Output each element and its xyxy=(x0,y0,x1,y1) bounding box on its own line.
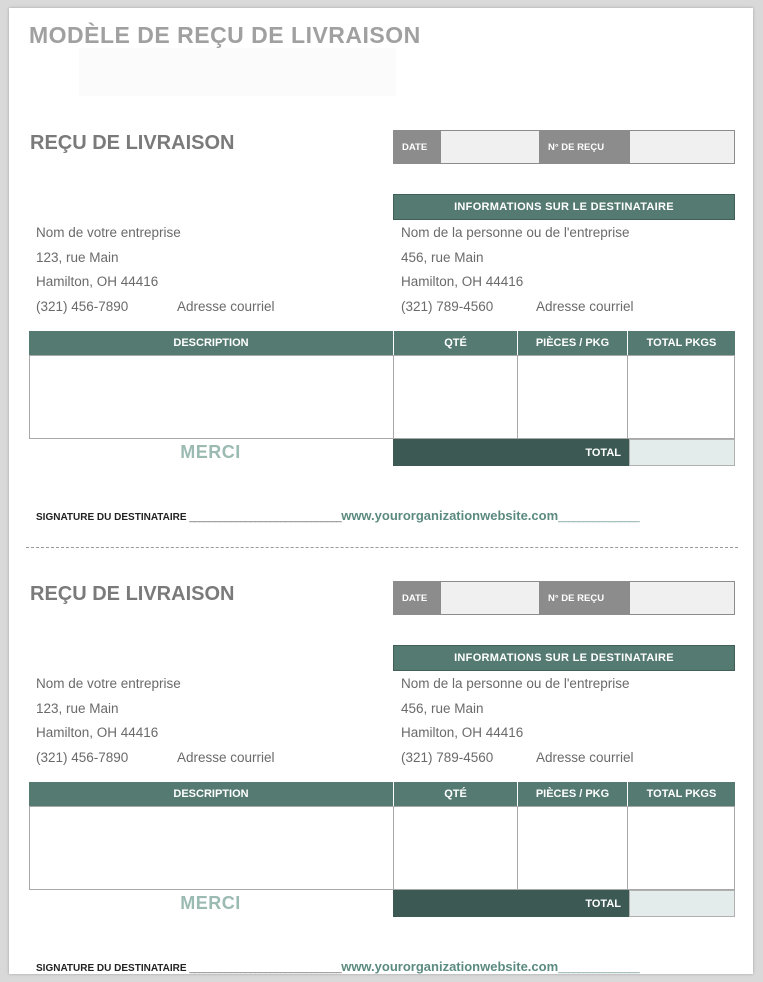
receipt-no-label: N° DE REÇU xyxy=(540,131,630,163)
receipt-no-field[interactable] xyxy=(630,582,734,614)
sender-phone[interactable]: (321) 456-7890 xyxy=(36,750,128,765)
column-header-total-pkgs: TOTAL PKGS xyxy=(628,782,735,806)
sender-street[interactable]: 123, rue Main xyxy=(36,701,119,716)
recipient-email[interactable]: Adresse courriel xyxy=(536,299,634,314)
column-header-description: DESCRIPTION xyxy=(29,331,394,355)
signature-line[interactable]: ______________________________ xyxy=(189,963,341,974)
receipt-title: REÇU DE LIVRAISON xyxy=(30,132,235,154)
column-header-qty: QTÉ xyxy=(394,331,518,355)
sender-street[interactable]: 123, rue Main xyxy=(36,250,119,265)
pieces-per-pkg-cell[interactable] xyxy=(517,355,628,439)
recipient-phone[interactable]: (321) 789-4560 xyxy=(401,299,493,314)
column-header-total-pkgs: TOTAL PKGS xyxy=(628,331,735,355)
total-pkgs-cell[interactable] xyxy=(627,806,735,890)
recipient-info-header: INFORMATIONS SUR LE DESTINATAIRE xyxy=(393,645,735,671)
signature-label: SIGNATURE DU DESTINATAIRE xyxy=(36,963,187,974)
column-header-description: DESCRIPTION xyxy=(29,782,394,806)
column-header-pieces-per-pkg: PIÈCES / PKG xyxy=(518,782,628,806)
date-label: DATE xyxy=(394,131,441,163)
receipt-no-label: N° DE REÇU xyxy=(540,582,630,614)
receipt-1: REÇU DE LIVRAISON DATE N° DE REÇU INFORM… xyxy=(9,8,753,523)
receipt-no-field[interactable] xyxy=(630,131,734,163)
recipient-name[interactable]: Nom de la personne ou de l'entreprise xyxy=(401,225,629,240)
sender-company[interactable]: Nom de votre entreprise xyxy=(36,676,181,691)
date-field[interactable] xyxy=(441,582,540,614)
description-cell[interactable] xyxy=(29,355,394,439)
merci-text: MERCI xyxy=(180,893,241,913)
signature-row: SIGNATURE DU DESTINATAIRE ______________… xyxy=(36,959,640,974)
pieces-per-pkg-cell[interactable] xyxy=(517,806,628,890)
receipt-2: REÇU DE LIVRAISON DATE N° DE REÇU INFORM… xyxy=(9,459,753,974)
sender-company[interactable]: Nom de votre entreprise xyxy=(36,225,181,240)
sender-email[interactable]: Adresse courriel xyxy=(177,750,275,765)
recipient-city[interactable]: Hamilton, OH 44416 xyxy=(401,725,523,740)
recipient-street[interactable]: 456, rue Main xyxy=(401,701,484,716)
sender-city[interactable]: Hamilton, OH 44416 xyxy=(36,725,158,740)
total-value-field[interactable] xyxy=(629,890,735,917)
sender-phone[interactable]: (321) 456-7890 xyxy=(36,299,128,314)
sender-email[interactable]: Adresse courriel xyxy=(177,299,275,314)
column-header-qty: QTÉ xyxy=(394,782,518,806)
recipient-name[interactable]: Nom de la personne ou de l'entreprise xyxy=(401,676,629,691)
total-label: TOTAL xyxy=(393,890,629,917)
document-page: MODÈLE DE REÇU DE LIVRAISON REÇU DE LIVR… xyxy=(9,8,753,974)
recipient-info-header: INFORMATIONS SUR LE DESTINATAIRE xyxy=(393,194,735,220)
date-receipt-box: DATE N° DE REÇU xyxy=(393,581,735,615)
qty-cell[interactable] xyxy=(393,355,518,439)
description-cell[interactable] xyxy=(29,806,394,890)
total-pkgs-cell[interactable] xyxy=(627,355,735,439)
items-table: DESCRIPTION QTÉ PIÈCES / PKG TOTAL PKGS xyxy=(29,331,735,439)
date-label: DATE xyxy=(394,582,441,614)
date-field[interactable] xyxy=(441,131,540,163)
date-receipt-box: DATE N° DE REÇU xyxy=(393,130,735,164)
sender-city[interactable]: Hamilton, OH 44416 xyxy=(36,274,158,289)
recipient-phone[interactable]: (321) 789-4560 xyxy=(401,750,493,765)
items-table: DESCRIPTION QTÉ PIÈCES / PKG TOTAL PKGS xyxy=(29,782,735,890)
receipt-title: REÇU DE LIVRAISON xyxy=(30,583,235,605)
column-header-pieces-per-pkg: PIÈCES / PKG xyxy=(518,331,628,355)
qty-cell[interactable] xyxy=(393,806,518,890)
recipient-street[interactable]: 456, rue Main xyxy=(401,250,484,265)
recipient-city[interactable]: Hamilton, OH 44416 xyxy=(401,274,523,289)
website-link[interactable]: www.yourorganizationwebsite.com xyxy=(341,959,558,974)
website-line: ________________ xyxy=(558,963,640,974)
recipient-email[interactable]: Adresse courriel xyxy=(536,750,634,765)
